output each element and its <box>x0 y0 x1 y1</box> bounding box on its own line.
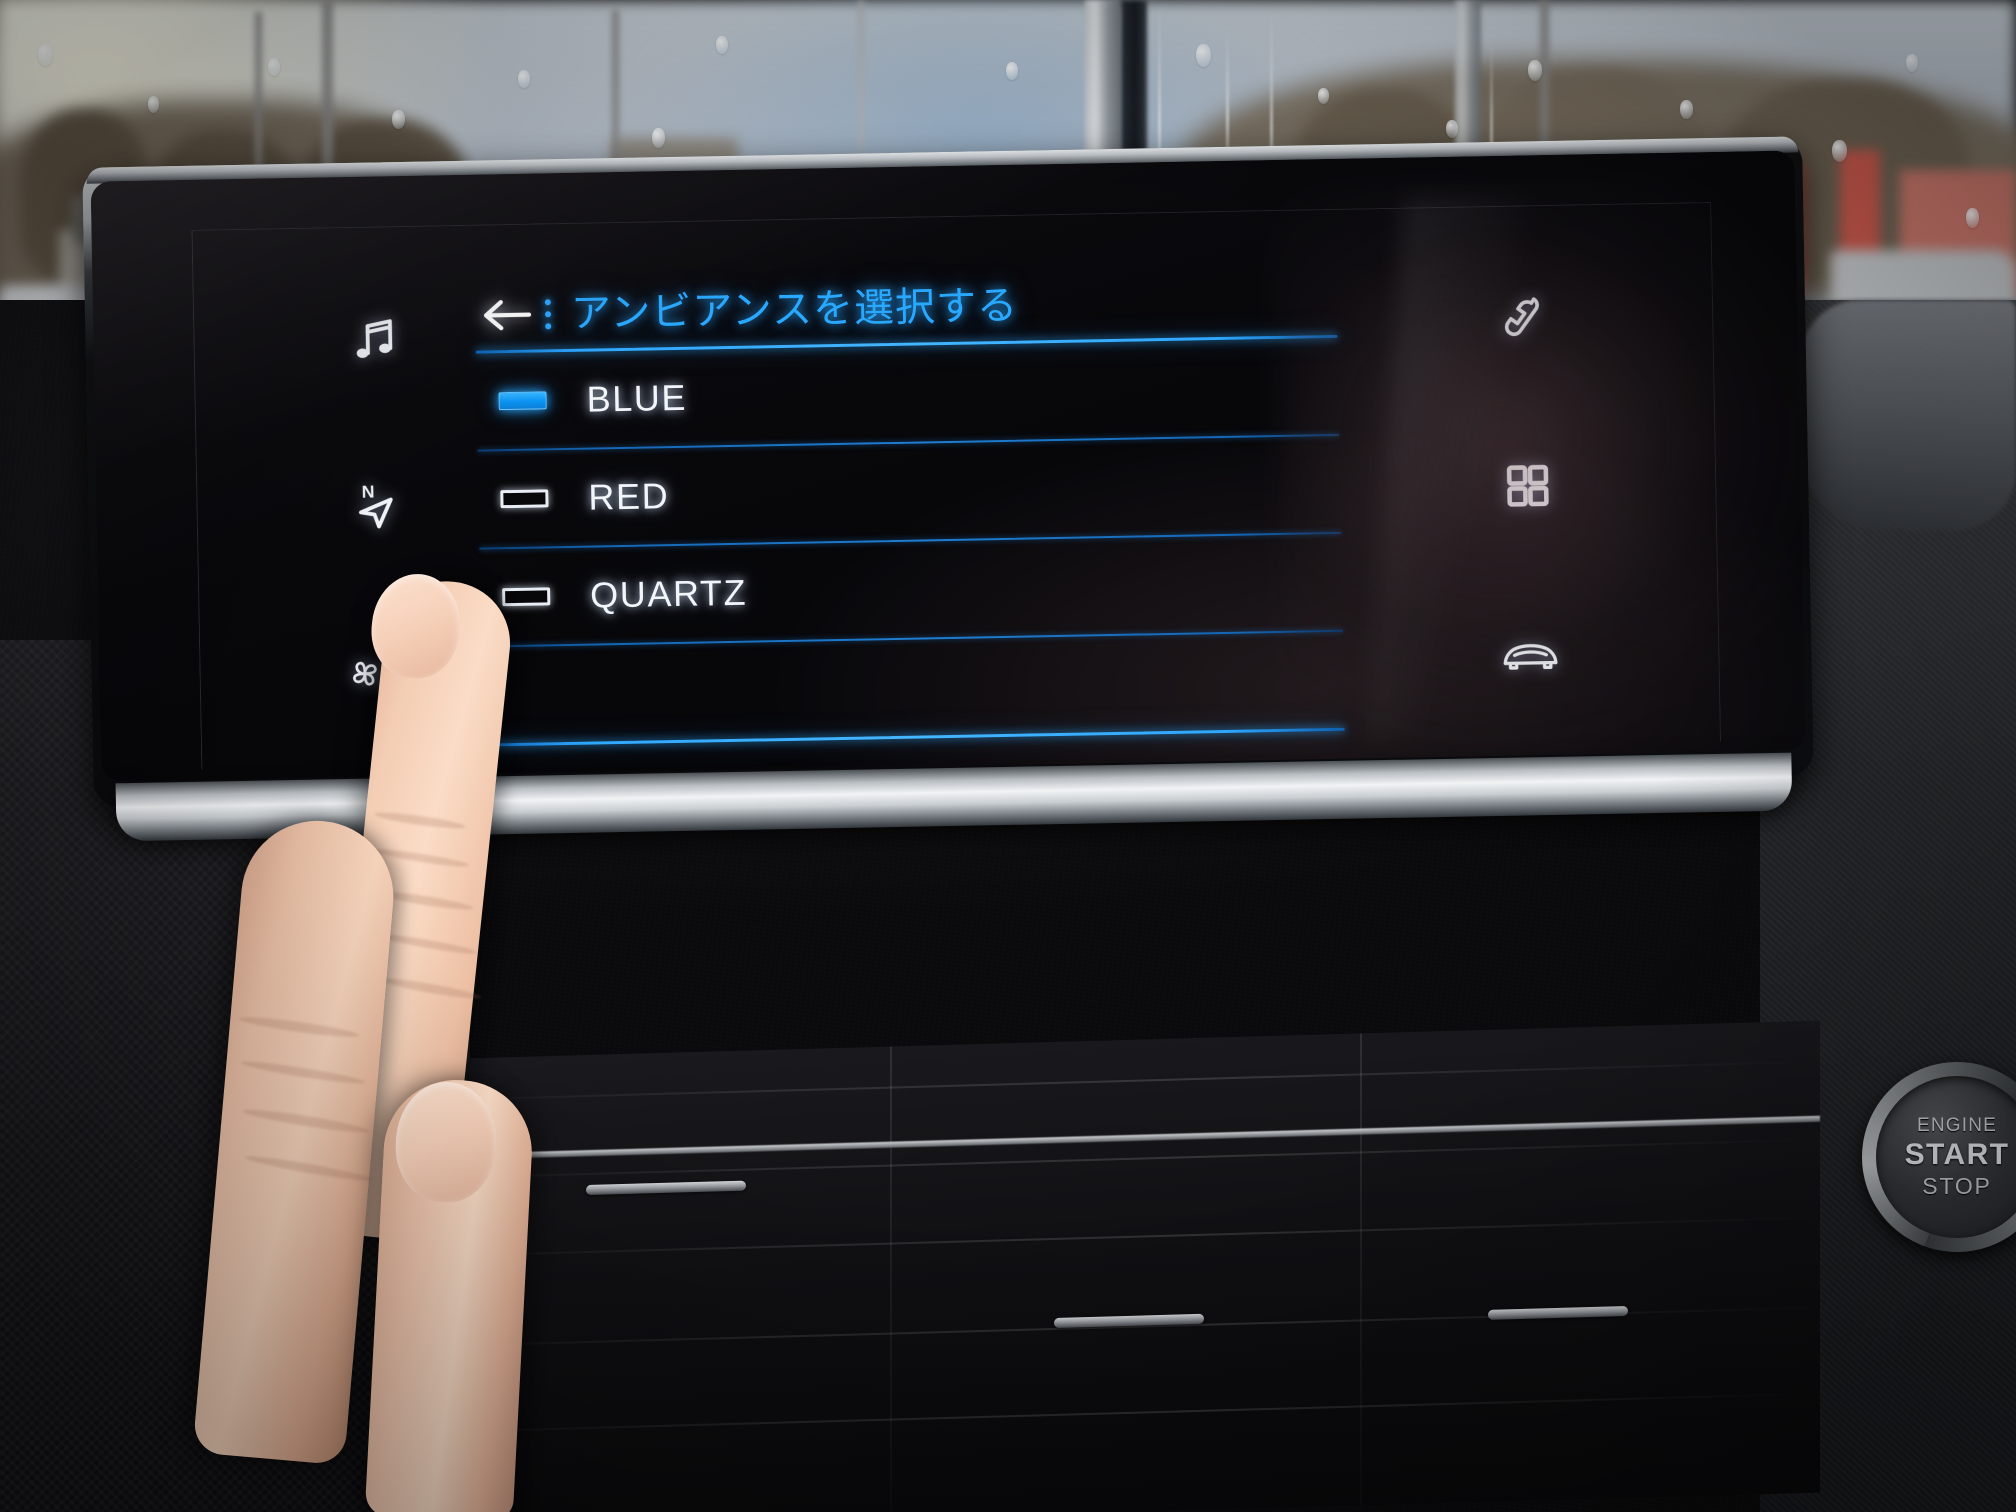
three-dot-separator <box>535 299 562 330</box>
raindrop <box>1832 140 1847 162</box>
dashboard-right-sculpt <box>1800 300 2016 530</box>
page-title: アンビアンスを選択する <box>570 283 1019 336</box>
list-item-label: RED <box>588 475 670 518</box>
raindrop <box>1528 60 1542 81</box>
apps-grid-icon[interactable] <box>1494 452 1561 519</box>
engine-start-stop-button[interactable]: ENGINE START STOP <box>1862 1062 2016 1252</box>
raindrop <box>1006 62 1018 80</box>
back-arrow-icon[interactable] <box>479 295 534 336</box>
vent-seam <box>1360 1033 1362 1506</box>
right-icon-rail <box>1439 284 1616 687</box>
raindrop <box>148 96 159 113</box>
wire <box>858 0 864 150</box>
raindrop <box>392 110 405 129</box>
user-hand <box>160 569 860 1512</box>
color-swatch-red <box>500 489 549 509</box>
raindrop <box>716 36 728 54</box>
navigation-icon[interactable]: N <box>344 473 411 540</box>
raindrop <box>1196 44 1211 67</box>
raindrop <box>1318 88 1329 104</box>
raindrop <box>1966 208 1979 228</box>
vent-direction-tab[interactable] <box>1488 1305 1628 1320</box>
raindrop <box>1446 120 1458 138</box>
raindrop <box>652 128 665 148</box>
list-item-label: QUARTZ <box>589 571 748 616</box>
vent-seam <box>890 1046 892 1512</box>
raindrop <box>268 58 280 76</box>
list-item-label: BLUE <box>586 376 688 420</box>
media-music-icon[interactable] <box>341 306 408 373</box>
start-stop-line1: ENGINE <box>1916 1114 1998 1136</box>
raindrop <box>38 44 53 66</box>
list-item-quartz[interactable]: QUARTZ <box>479 534 1343 646</box>
list-item-blue[interactable]: BLUE <box>476 338 1340 450</box>
middle-finger <box>192 814 400 1466</box>
phone-icon[interactable] <box>1491 285 1558 352</box>
start-stop-line2: START <box>1904 1137 2010 1171</box>
raindrop <box>518 70 530 88</box>
raindrop <box>1906 54 1918 72</box>
car-settings-icon[interactable] <box>1497 619 1564 686</box>
color-swatch-quartz <box>502 587 551 607</box>
raindrop <box>1680 100 1693 119</box>
color-swatch-blue <box>498 391 547 411</box>
start-stop-line3: STOP <box>1922 1172 1992 1199</box>
list-item-red[interactable]: RED <box>478 436 1342 548</box>
svg-text:N: N <box>361 482 374 502</box>
